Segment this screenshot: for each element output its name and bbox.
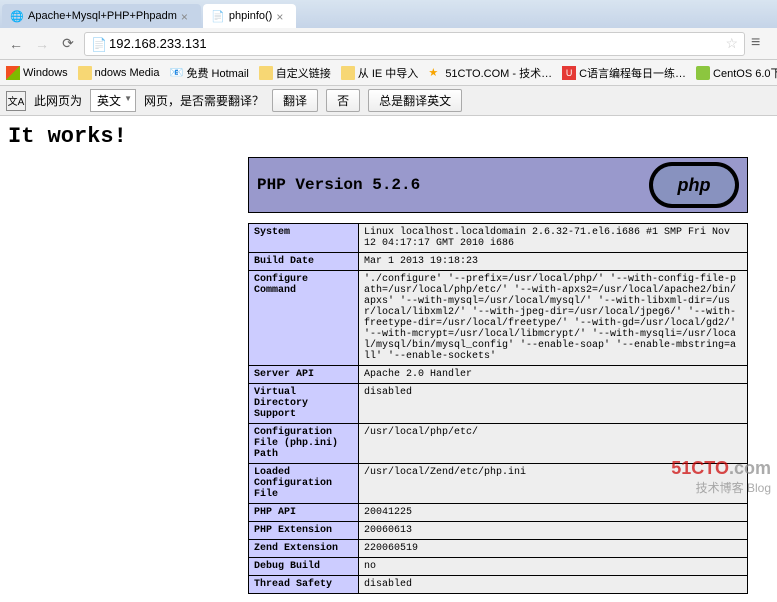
star-icon: ★ (428, 66, 442, 80)
language-select[interactable]: 英文 (90, 89, 136, 112)
row-value: Mar 1 2013 19:18:23 (359, 253, 748, 271)
folder-icon (78, 66, 92, 80)
hotmail-icon: 📧 (169, 66, 183, 80)
table-row: Thread Safetydisabled (249, 576, 748, 594)
row-key: Configure Command (249, 271, 359, 366)
row-key: Build Date (249, 253, 359, 271)
bookmark-star-icon[interactable]: ☆ (725, 35, 738, 52)
row-key: Configuration File (php.ini) Path (249, 424, 359, 464)
translate-always-button[interactable]: 总是翻译英文 (368, 89, 462, 112)
row-value: 20041225 (359, 504, 748, 522)
row-value: 220060519 (359, 540, 748, 558)
row-key: Server API (249, 366, 359, 384)
windows-icon (6, 66, 20, 80)
table-row: Zend Extension220060519 (249, 540, 748, 558)
table-row: Virtual Directory Supportdisabled (249, 384, 748, 424)
bookmark-item[interactable]: Windows (6, 66, 68, 80)
menu-icon[interactable]: ≡ (751, 34, 771, 54)
bookmark-item[interactable]: CentOS 6.0下搭建L… (696, 65, 777, 81)
bookmark-item[interactable]: 从 IE 中导入 (341, 65, 419, 81)
phpinfo-header: PHP Version 5.2.6 php (248, 157, 748, 213)
reload-button[interactable]: ⟳ (58, 34, 78, 54)
forward-button[interactable]: → (32, 34, 52, 54)
url-input[interactable]: 📄 192.168.233.131 ☆ (84, 32, 745, 56)
phpinfo-table: SystemLinux localhost.localdomain 2.6.32… (248, 223, 748, 594)
browser-tab-bar: 🌐 Apache+Mysql+PHP+Phpadm × 📄 phpinfo() … (0, 0, 777, 28)
table-row: Configure Command'./configure' '--prefix… (249, 271, 748, 366)
folder-icon (259, 66, 273, 80)
translate-text-prefix: 此网页为 (34, 92, 82, 109)
close-icon[interactable]: × (276, 10, 288, 22)
translate-text-suffix: 网页，是否需要翻译？ (144, 92, 264, 109)
watermark: 51CTO.com 技术博客 Blog (671, 458, 771, 496)
row-key: PHP API (249, 504, 359, 522)
translate-button[interactable]: 翻译 (272, 89, 318, 112)
translate-icon: 文A (6, 91, 26, 111)
url-text: 192.168.233.131 (109, 36, 207, 51)
row-value: disabled (359, 576, 748, 594)
row-value: no (359, 558, 748, 576)
php-logo-text: php (653, 166, 735, 204)
row-value: Linux localhost.localdomain 2.6.32-71.el… (359, 224, 748, 253)
bookmark-item[interactable]: ★51CTO.COM - 技术… (428, 65, 552, 81)
row-key: Loaded Configuration File (249, 464, 359, 504)
row-value: './configure' '--prefix=/usr/local/php/'… (359, 271, 748, 366)
page-content: It works! PHP Version 5.2.6 php SystemLi… (0, 116, 777, 602)
table-row: Build DateMar 1 2013 19:18:23 (249, 253, 748, 271)
php-version-title: PHP Version 5.2.6 (257, 176, 420, 194)
it-works-heading: It works! (8, 124, 769, 149)
page-icon: 📄 (211, 9, 225, 23)
u-icon: U (562, 66, 576, 80)
bookmark-item[interactable]: ndows Media (78, 66, 160, 80)
translate-no-button[interactable]: 否 (326, 89, 360, 112)
row-key: PHP Extension (249, 522, 359, 540)
table-row: SystemLinux localhost.localdomain 2.6.32… (249, 224, 748, 253)
bookmark-item[interactable]: UC语言编程每日一练… (562, 65, 686, 81)
row-key: Virtual Directory Support (249, 384, 359, 424)
row-key: System (249, 224, 359, 253)
tab-title: phpinfo() (229, 10, 272, 22)
page-icon: 📄 (91, 37, 105, 51)
row-key: Debug Build (249, 558, 359, 576)
address-bar: ← → ⟳ 📄 192.168.233.131 ☆ ≡ (0, 28, 777, 60)
row-key: Zend Extension (249, 540, 359, 558)
row-value: Apache 2.0 Handler (359, 366, 748, 384)
table-row: PHP Extension20060613 (249, 522, 748, 540)
table-row: Debug Buildno (249, 558, 748, 576)
globe-icon: 🌐 (10, 9, 24, 23)
table-row: Server APIApache 2.0 Handler (249, 366, 748, 384)
translate-bar: 文A 此网页为 英文 网页，是否需要翻译？ 翻译 否 总是翻译英文 (0, 86, 777, 116)
phpinfo-panel: PHP Version 5.2.6 php SystemLinux localh… (248, 157, 748, 594)
php-logo: php (649, 162, 739, 208)
bookmark-item[interactable]: 📧免费 Hotmail (169, 65, 248, 81)
centos-icon (696, 66, 710, 80)
table-row: PHP API20041225 (249, 504, 748, 522)
row-value: disabled (359, 384, 748, 424)
folder-icon (341, 66, 355, 80)
browser-tab-1[interactable]: 🌐 Apache+Mysql+PHP+Phpadm × (2, 4, 201, 28)
bookmarks-bar: Windows ndows Media 📧免费 Hotmail 自定义链接 从 … (0, 60, 777, 86)
bookmark-item[interactable]: 自定义链接 (259, 65, 331, 81)
row-key: Thread Safety (249, 576, 359, 594)
row-value: 20060613 (359, 522, 748, 540)
back-button[interactable]: ← (6, 34, 26, 54)
close-icon[interactable]: × (181, 10, 193, 22)
browser-tab-2[interactable]: 📄 phpinfo() × (203, 4, 296, 28)
tab-title: Apache+Mysql+PHP+Phpadm (28, 10, 177, 22)
